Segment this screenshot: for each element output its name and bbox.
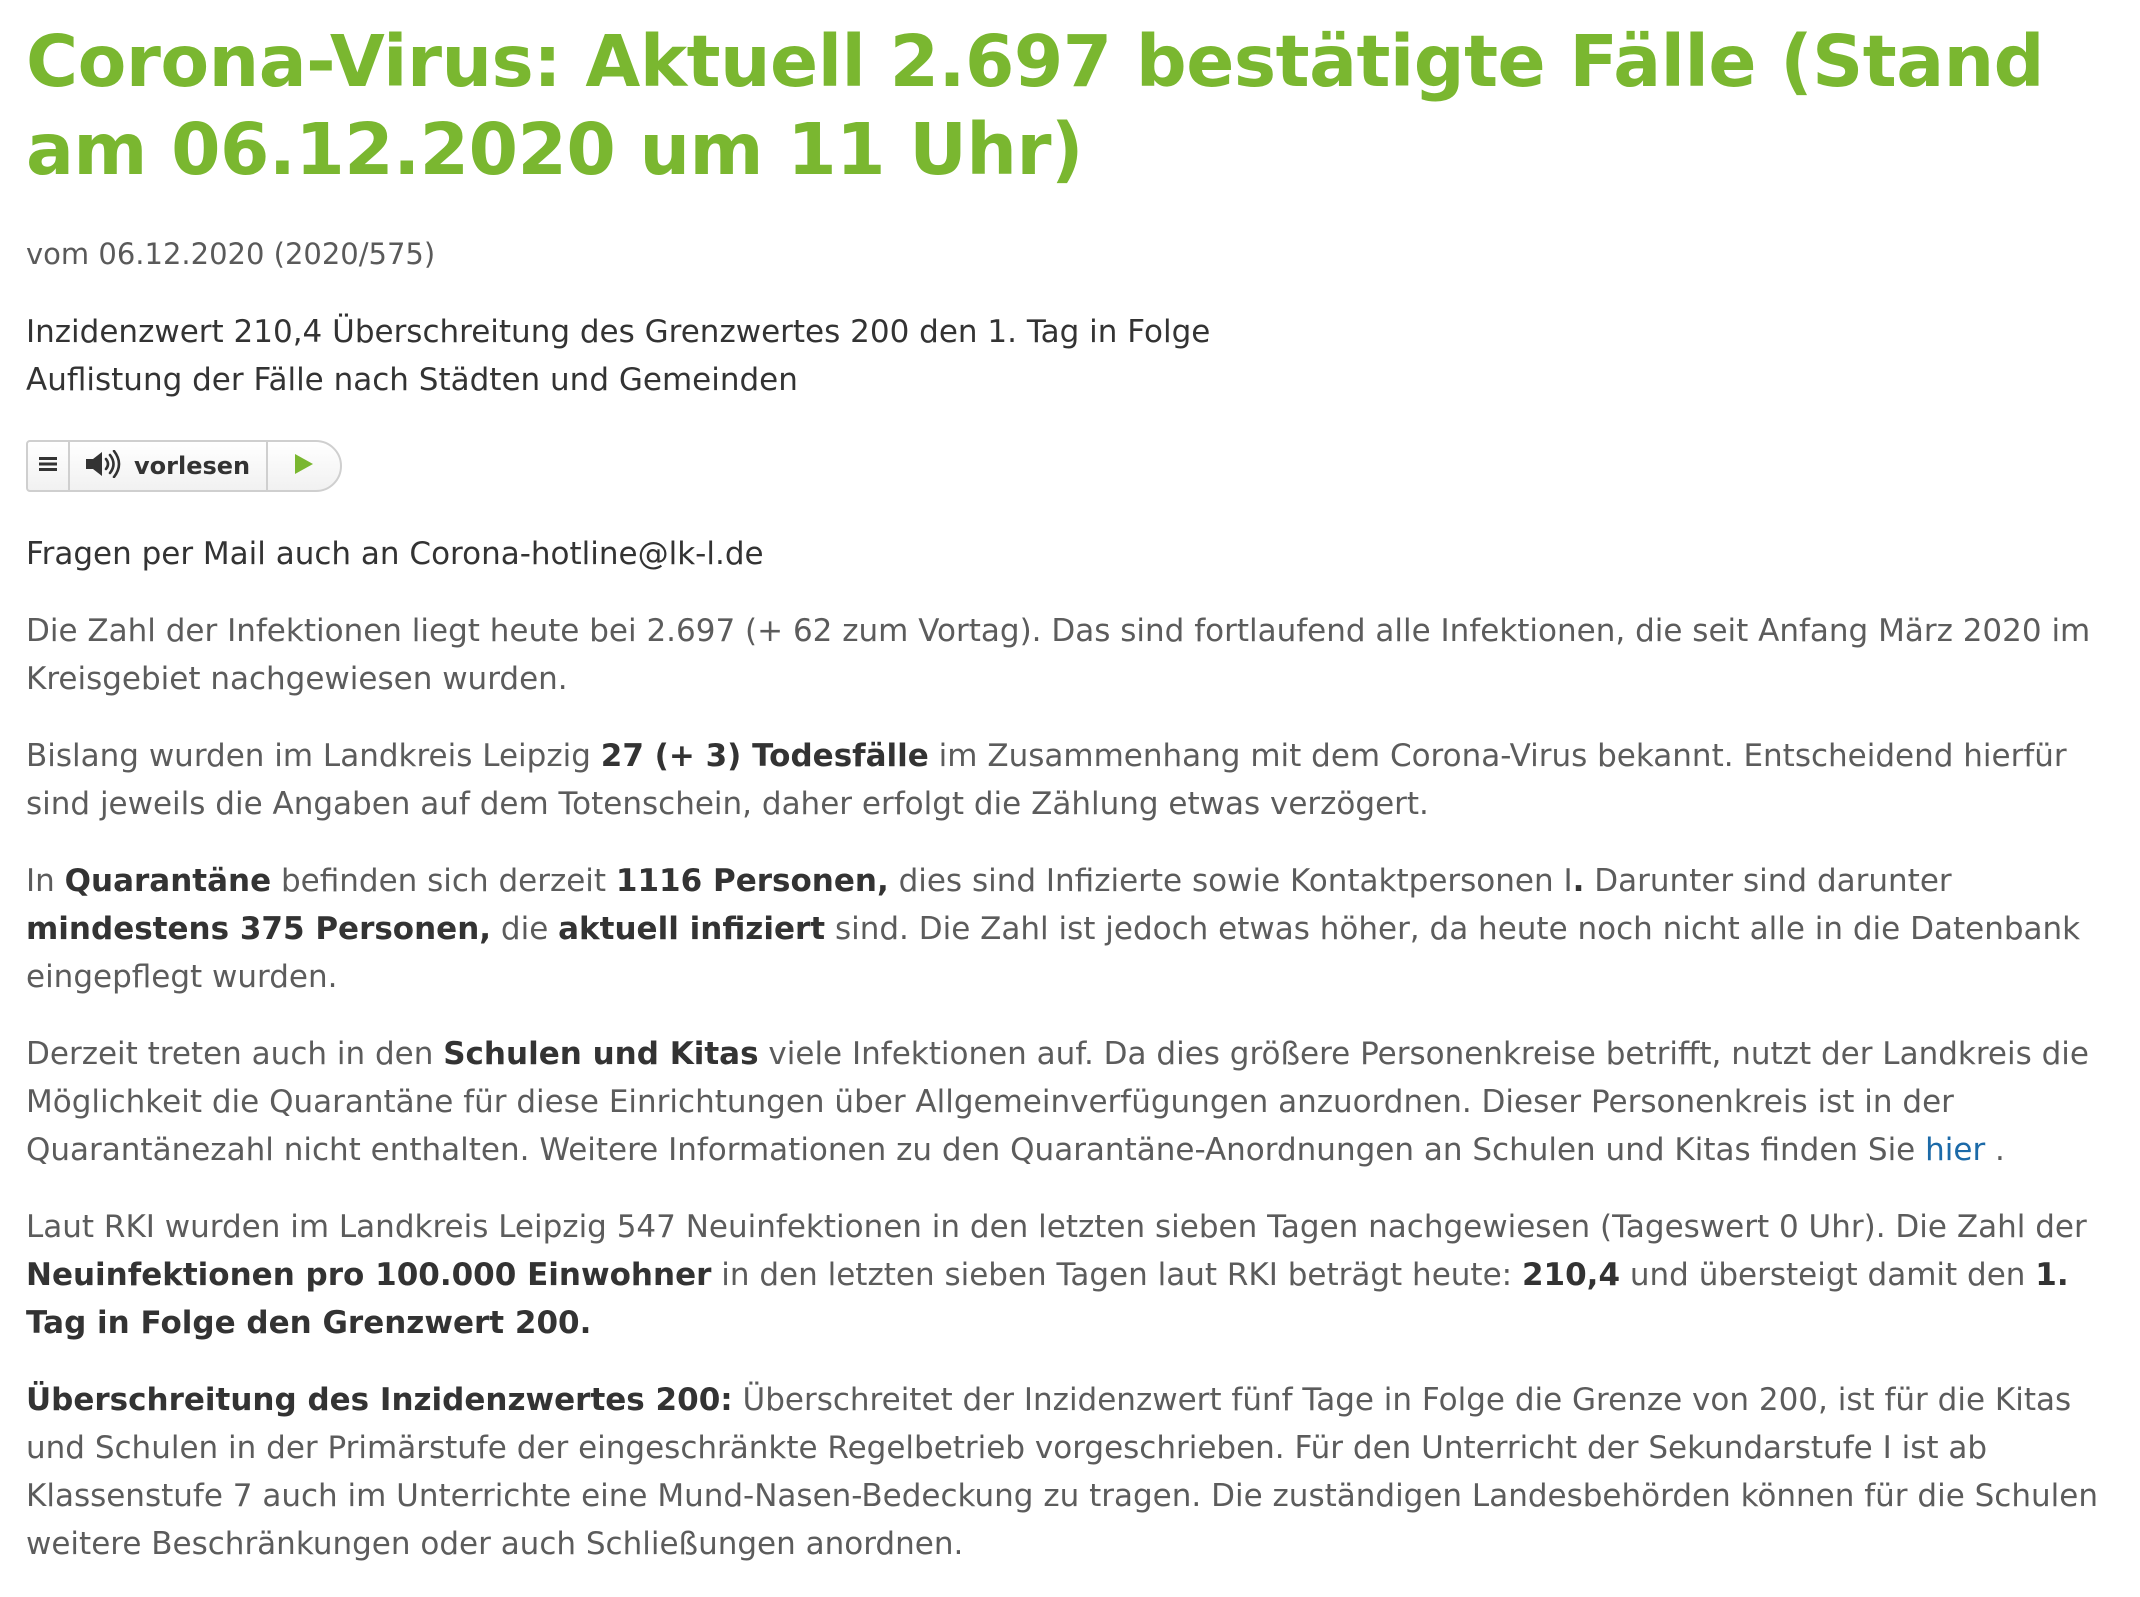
page-title: Corona-Virus: Aktuell 2.697 bestätigte F…	[26, 20, 2045, 191]
deaths-paragraph: Bislang wurden im Landkreis Leipzig 27 (…	[26, 738, 2067, 822]
schools-paragraph: Derzeit treten auch in den Schulen und K…	[26, 1036, 2089, 1168]
hotline-paragraph: Fragen per Mail auch an Corona-hotline@l…	[26, 536, 764, 572]
read-aloud-player: vorlesen	[26, 440, 343, 492]
read-aloud-button[interactable]: vorlesen	[70, 442, 269, 490]
rki-incidence-paragraph: Laut RKI wurden im Landkreis Leipzig 547…	[26, 1209, 2087, 1341]
speaker-icon	[84, 449, 122, 482]
article-body: Fragen per Mail auch an Corona-hotline@l…	[26, 530, 2126, 1568]
play-icon	[293, 452, 315, 480]
infections-paragraph: Die Zahl der Infektionen liegt heute bei…	[26, 613, 2091, 697]
player-menu-button[interactable]	[28, 442, 70, 490]
menu-icon	[39, 456, 57, 476]
deaths-count: 27 (+ 3) Todesfälle	[600, 738, 929, 774]
subtitle-line-incidence: Inzidenzwert 210,4 Überschreitung des Gr…	[26, 314, 1211, 350]
play-button[interactable]	[268, 442, 340, 490]
threshold-paragraph: Überschreitung des Inzidenzwertes 200: Ü…	[26, 1382, 2098, 1562]
infected-count: mindestens 375 Personen,	[26, 911, 492, 947]
article: Corona-Virus: Aktuell 2.697 bestätigte F…	[26, 18, 2126, 1597]
subtitle-line-listing: Auflistung der Fälle nach Städten und Ge…	[26, 362, 798, 398]
quarantine-count: 1116 Personen,	[615, 863, 889, 899]
article-date: vom 06.12.2020 (2020/575)	[26, 237, 436, 271]
incidence-value: 210,4	[1521, 1257, 1621, 1293]
schools-info-link[interactable]: hier	[1925, 1132, 1985, 1168]
article-subtitle: Inzidenzwert 210,4 Überschreitung des Gr…	[26, 308, 2126, 404]
read-aloud-label: vorlesen	[134, 452, 251, 480]
quarantine-paragraph: In Quarantäne befinden sich derzeit 1116…	[26, 863, 2081, 995]
